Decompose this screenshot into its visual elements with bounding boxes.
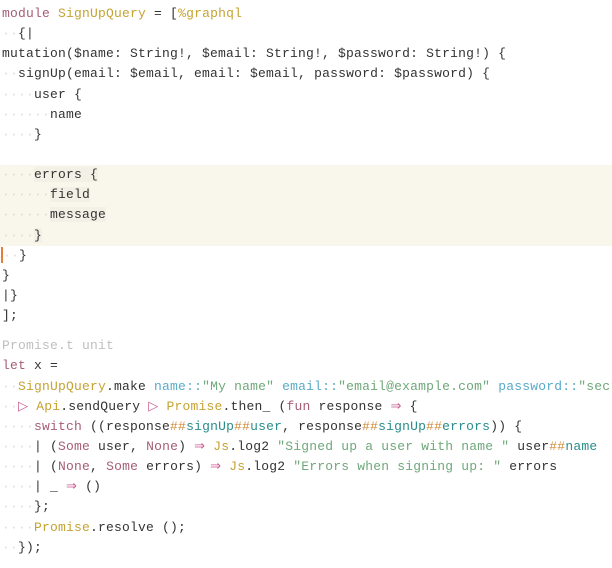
code-line-24: ····}; (0, 497, 612, 517)
keyword-module: module (2, 6, 50, 21)
code-line-16: ]; (0, 306, 612, 326)
code-line-2: ··{| (0, 24, 612, 44)
code-line-26: ··}); (0, 538, 612, 558)
code-line-17: let x = (0, 356, 612, 376)
code-line-5: ····user { (0, 85, 612, 105)
code-line-3: mutation($name: String!, $email: String!… (0, 44, 612, 64)
code-line-18: ··SignUpQuery.make name::"My name" email… (0, 377, 612, 397)
code-line-7: ····} (0, 125, 612, 145)
code-line-6: ······name (0, 105, 612, 125)
code-line-19: ··▷ Api.sendQuery ▷ Promise.then_ (fun r… (0, 397, 612, 417)
type-hint: Promise.t unit (0, 336, 612, 356)
code-editor[interactable]: module SignUpQuery = [%graphql ··{| muta… (0, 4, 612, 558)
code-line-22: ····| (None, Some errors) ⇒ Js.log2 "Err… (0, 457, 612, 477)
code-line-1: module SignUpQuery = [%graphql (0, 4, 612, 24)
code-line-12: ····} (0, 226, 612, 246)
code-line-15: |} (0, 286, 612, 306)
code-line-13: ··} (0, 246, 612, 266)
code-line-9: ····errors { (0, 165, 612, 185)
code-line-10: ······field (0, 185, 612, 205)
code-line-4: ··signUp(email: $email, email: $email, p… (0, 64, 612, 84)
code-line-14: } (0, 266, 612, 286)
code-line-25: ····Promise.resolve (); (0, 518, 612, 538)
code-line-20: ····switch ((response##signUp##user, res… (0, 417, 612, 437)
code-line-21: ····| (Some user, None) ⇒ Js.log2 "Signe… (0, 437, 612, 457)
type-name: SignUpQuery (58, 6, 146, 21)
code-line-23: ····| _ ⇒ () (0, 477, 612, 497)
code-line-11: ······message (0, 205, 612, 225)
code-line-8 (0, 145, 612, 165)
